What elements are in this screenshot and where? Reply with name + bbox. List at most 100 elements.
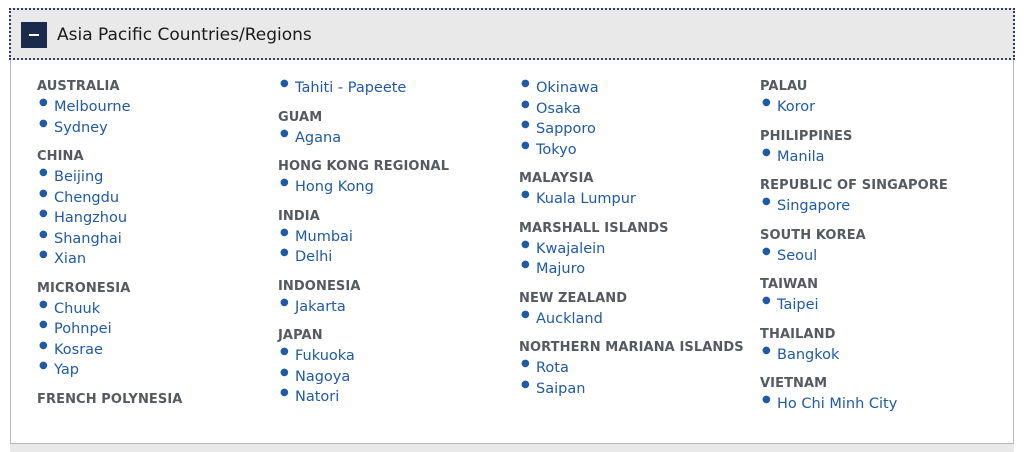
bullet-icon: ● (280, 346, 289, 357)
bullet-icon: ● (762, 394, 771, 405)
country-heading: INDIA (278, 208, 320, 224)
bullet-icon: ● (521, 378, 530, 390)
accordion-header[interactable]: Asia Pacific Countries/Regions (9, 8, 1015, 60)
bullet-icon: ● (39, 298, 48, 310)
bullet-icon: ● (39, 339, 48, 351)
city-link[interactable]: Hangzhou (54, 210, 127, 226)
city-link[interactable]: Yap (54, 362, 79, 378)
country-heading: MALAYSIA (519, 171, 594, 186)
city-link[interactable]: Auckland (536, 311, 603, 327)
bullet-icon: ● (762, 196, 771, 207)
city-list: ● Hong Kong (278, 177, 508, 198)
city-link[interactable]: Xian (54, 251, 86, 267)
country-heading: PALAU (760, 79, 808, 94)
city-link[interactable]: Sydney (54, 120, 108, 136)
city-link[interactable]: Nagoya (295, 369, 350, 385)
bullet-icon: ● (280, 296, 289, 308)
city-list-item: ● Delhi (278, 247, 508, 268)
bullet-icon: ● (521, 119, 530, 130)
minus-icon (29, 34, 39, 36)
city-link[interactable]: Rota (536, 360, 569, 376)
city-list: ● Singapore (760, 196, 990, 217)
bullet-icon: ● (39, 97, 48, 108)
city-list-item: ● Chengdu (37, 188, 267, 209)
city-link[interactable]: Mumbai (295, 229, 353, 245)
country-heading: NEW ZEALAND (519, 290, 628, 306)
city-link[interactable]: Tahiti - Papeete (295, 80, 406, 96)
city-link[interactable]: Manila (777, 149, 825, 165)
city-link[interactable]: Beijing (54, 169, 103, 185)
city-link[interactable]: Kwajalein (536, 241, 605, 257)
city-link[interactable]: Fukuoka (295, 348, 355, 364)
city-list-item: ● Manila (760, 147, 990, 168)
city-list: ● Jakarta (278, 297, 508, 318)
city-link[interactable]: Sapporo (536, 121, 596, 137)
city-list-item: ● Hong Kong (278, 177, 508, 198)
city-link[interactable]: Delhi (295, 249, 332, 265)
city-link[interactable]: Osaka (536, 101, 581, 117)
city-link[interactable]: Natori (295, 389, 339, 405)
bullet-icon: ● (521, 358, 530, 369)
city-list-item: ● Sydney (37, 118, 267, 139)
city-link[interactable]: Shanghai (54, 231, 122, 247)
accordion-title: Asia Pacific Countries/Regions (57, 25, 312, 45)
city-list-item: ● Natori (278, 387, 508, 408)
bullet-icon: ● (521, 98, 530, 110)
city-link[interactable]: Bangkok (777, 347, 839, 363)
bullet-icon: ● (280, 226, 289, 238)
city-list: ● Manila (760, 147, 990, 168)
city-list: ● Melbourne ● Sydney (37, 97, 267, 138)
city-list: ● Auckland (519, 309, 749, 330)
region-column-4: PALAU ● Koror PHILIPPINES ● Manila REPUBLIC OF… (760, 78, 990, 425)
city-list-item: ● Bangkok (760, 345, 990, 366)
bullet-icon: ● (521, 238, 530, 250)
bullet-icon: ● (39, 187, 48, 199)
region-column-1: AUSTRALIA ● Melbourne ● Sydney CHINA ● Beijing ●… (37, 78, 267, 420)
city-link[interactable]: Pohnpei (54, 321, 112, 337)
city-link[interactable]: Kuala Lumpur (536, 191, 636, 207)
accordion-panel: AUSTRALIA ● Melbourne ● Sydney CHINA ● Beijing ●… (10, 60, 1014, 444)
city-link[interactable]: Chuuk (54, 301, 100, 317)
city-list-item: ● Hangzhou (37, 208, 267, 229)
city-link[interactable]: Saipan (536, 381, 585, 397)
city-link[interactable]: Tokyo (536, 142, 577, 158)
city-list-item: ● Shanghai (37, 229, 267, 250)
page-footer-strip (10, 444, 1014, 452)
city-link[interactable]: Singapore (777, 198, 850, 214)
city-list-item: ● Mumbai (278, 227, 508, 248)
collapse-toggle-button[interactable] (21, 22, 47, 48)
bullet-icon: ● (521, 308, 530, 320)
bullet-icon: ● (280, 247, 289, 258)
city-link[interactable]: Okinawa (536, 80, 599, 96)
city-list: ● Kuala Lumpur (519, 189, 749, 210)
city-link[interactable]: Majuro (536, 261, 585, 277)
bullet-icon: ● (280, 177, 289, 188)
city-list-item: ● Seoul (760, 246, 990, 267)
city-link[interactable]: Melbourne (54, 99, 131, 115)
city-list: ● Seoul (760, 246, 990, 267)
city-list-item: ● Pohnpei (37, 319, 267, 340)
bullet-icon: ● (39, 167, 48, 178)
city-link[interactable]: Hong Kong (295, 179, 374, 195)
city-list-item: ● Fukuoka (278, 346, 508, 367)
city-list: ● Tahiti - Papeete (278, 78, 508, 99)
country-heading: MICRONESIA (37, 280, 131, 296)
city-link[interactable]: Agana (295, 130, 341, 146)
city-link[interactable]: Koror (777, 99, 815, 115)
bullet-icon: ● (280, 387, 289, 398)
city-link[interactable]: Chengdu (54, 190, 119, 206)
city-link[interactable]: Jakarta (295, 299, 346, 315)
country-heading: HONG KONG REGIONAL (278, 159, 450, 174)
city-list-item: ● Singapore (760, 196, 990, 217)
city-list-item: ● Tahiti - Papeete (278, 78, 508, 99)
city-link[interactable]: Taipei (777, 297, 819, 313)
city-list-item: ● Tokyo (519, 140, 749, 161)
city-list-item: ● Sapporo (519, 119, 749, 140)
country-heading: FRENCH POLYNESIA (37, 391, 183, 407)
city-link[interactable]: Kosrae (54, 342, 103, 358)
city-list-item: ● Osaka (519, 99, 749, 120)
city-link[interactable]: Ho Chi Minh City (777, 396, 897, 412)
city-link[interactable]: Seoul (777, 248, 817, 264)
bullet-icon: ● (762, 97, 771, 108)
